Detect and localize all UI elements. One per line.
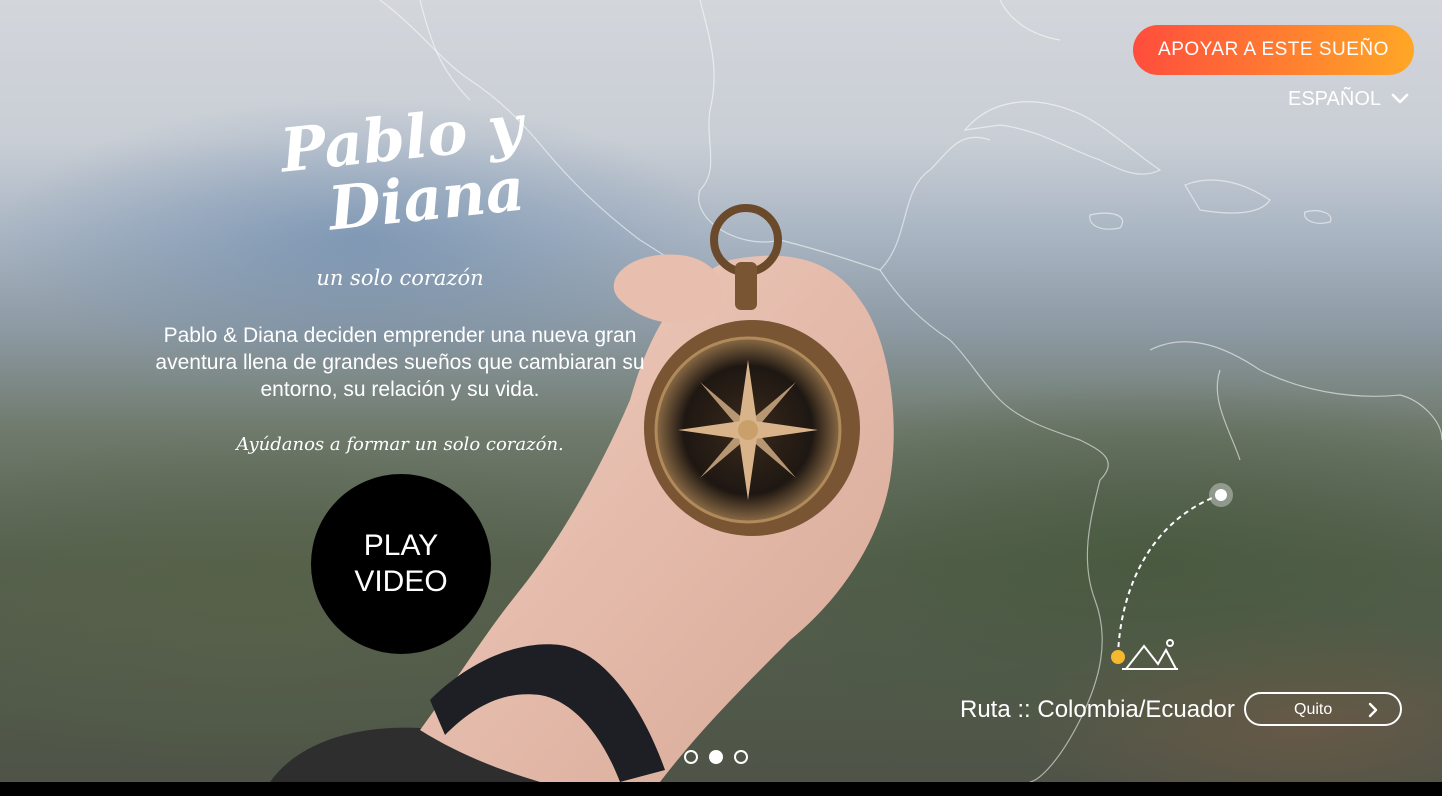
language-label: ESPAÑOL (1288, 87, 1381, 110)
hero-section: APOYAR A ESTE SUEÑO ESPAÑOL Pablo y Dian… (0, 0, 1442, 782)
carousel-dot-2[interactable] (709, 750, 723, 764)
route-map-graphic (1111, 483, 1233, 670)
route-start-marker (1111, 650, 1125, 664)
route-destination-label: Quito (1294, 701, 1333, 718)
logo-line-2: Diana (325, 154, 528, 245)
compass-crown (735, 262, 757, 310)
route-path (1117, 494, 1221, 657)
route-destination-button[interactable]: Quito (1244, 692, 1402, 726)
play-label-line-1: PLAY (363, 529, 439, 562)
mountain-icon (1122, 639, 1178, 670)
intro-paragraph: Pablo & Diana deciden emprender una nuev… (155, 324, 645, 401)
compass-center (738, 420, 758, 440)
pablo-y-diana-logo: Pablo y Diana (270, 92, 540, 260)
tagline: un solo corazón (316, 266, 484, 290)
thumb (613, 254, 723, 324)
carousel-dot-3[interactable] (734, 750, 748, 764)
support-dream-button[interactable]: APOYAR A ESTE SUEÑO (1133, 25, 1414, 75)
play-label-line-2: VIDEO (354, 565, 448, 598)
carousel-dots (684, 750, 748, 764)
call-to-action-text: Ayúdanos a formar un solo corazón. (236, 434, 564, 455)
route-label: Ruta :: Colombia/Ecuador (960, 696, 1235, 723)
route-end-marker (1215, 489, 1227, 501)
chevron-down-icon (1391, 93, 1409, 105)
carousel-dot-1[interactable] (684, 750, 698, 764)
play-video-button[interactable]: PLAY VIDEO (311, 474, 491, 654)
language-selector[interactable]: ESPAÑOL (1288, 86, 1409, 112)
